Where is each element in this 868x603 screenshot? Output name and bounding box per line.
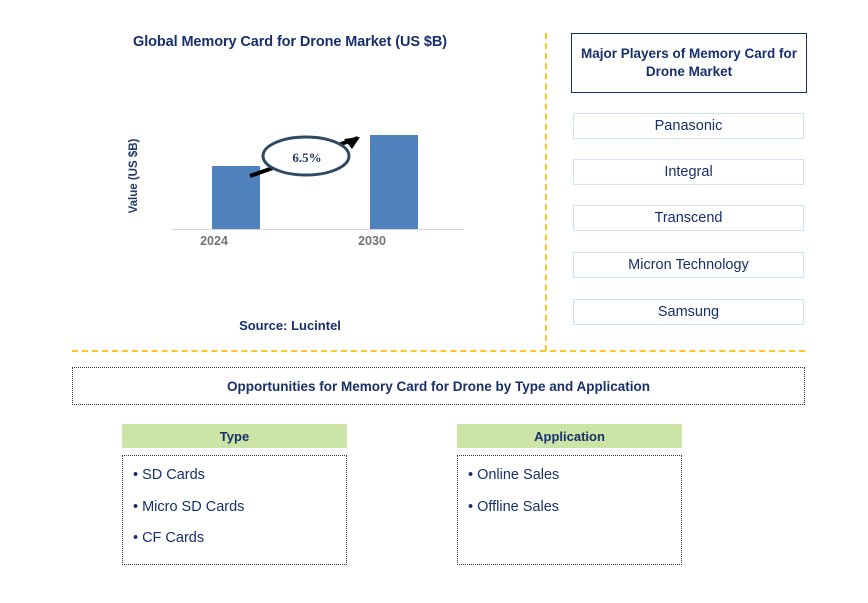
bar-2030 xyxy=(370,135,418,229)
bullet-icon: • xyxy=(468,467,474,483)
list-item-label: Online Sales xyxy=(477,467,560,483)
bullet-icon: • xyxy=(133,498,139,515)
opportunities-banner: Opportunities for Memory Card for Drone … xyxy=(72,367,805,405)
list-item-label: SD Cards xyxy=(142,467,205,483)
bullet-icon: • xyxy=(468,498,474,515)
vertical-divider xyxy=(545,33,547,351)
column-body-application: • Online Sales • Offline Sales xyxy=(457,455,682,565)
column-header-application: Application xyxy=(457,424,682,448)
cagr-callout: 6.5% xyxy=(246,130,366,186)
player-item-transcend[interactable]: Transcend xyxy=(573,205,804,231)
chart-title: Global Memory Card for Drone Market (US … xyxy=(133,34,447,50)
column-body-type: • SD Cards • Micro SD Cards • CF Cards xyxy=(122,455,347,565)
bullet-icon: • xyxy=(133,530,139,546)
list-item-label: CF Cards xyxy=(142,530,205,546)
cagr-label: 6.5% xyxy=(292,150,322,165)
bar-chart: Value (US $B) 2024 2030 6.5% xyxy=(128,108,470,258)
y-axis-label: Value (US $B) xyxy=(128,138,140,214)
horizontal-divider xyxy=(72,350,805,352)
list-item: • SD Cards xyxy=(133,468,346,483)
source-label: Source: Lucintel xyxy=(239,318,341,333)
list-item: • CF Cards xyxy=(133,531,346,546)
list-item-label: Micro SD Cards xyxy=(142,498,245,515)
players-panel-header: Major Players of Memory Card for Drone M… xyxy=(571,33,807,93)
player-item-samsung[interactable]: Samsung xyxy=(573,299,804,325)
x-tick-2030: 2030 xyxy=(358,234,386,248)
infographic-root: Global Memory Card for Drone Market (US … xyxy=(0,0,868,603)
list-item: • Micro SD Cards xyxy=(133,498,346,515)
x-axis-line xyxy=(172,229,464,230)
player-item-micron-technology[interactable]: Micron Technology xyxy=(573,252,804,278)
bullet-icon: • xyxy=(133,467,139,483)
list-item: • Offline Sales xyxy=(468,498,681,515)
column-header-type: Type xyxy=(122,424,347,448)
player-item-panasonic[interactable]: Panasonic xyxy=(573,113,804,139)
list-item-label: Offline Sales xyxy=(477,498,560,515)
x-tick-2024: 2024 xyxy=(200,234,228,248)
player-item-integral[interactable]: Integral xyxy=(573,159,804,185)
list-item: • Online Sales xyxy=(468,468,681,483)
